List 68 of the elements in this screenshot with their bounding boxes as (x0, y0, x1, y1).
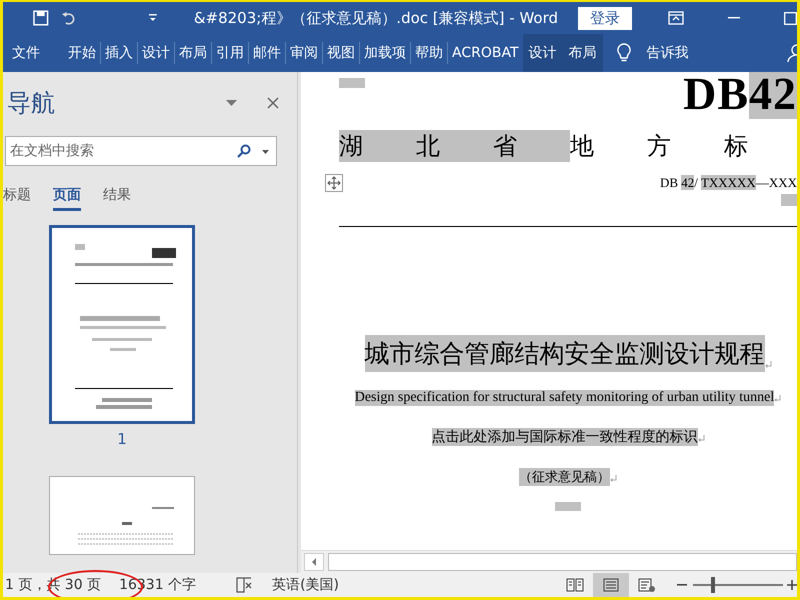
pane-tab[interactable]: 结果 (103, 186, 131, 211)
heading-character: 省 (493, 131, 517, 162)
ribbon-tab[interactable]: 审阅 (286, 34, 322, 72)
page-number: 1 (117, 430, 127, 448)
move-handle-icon[interactable] (325, 174, 343, 192)
minimize-icon[interactable] (728, 17, 740, 19)
search-field[interactable]: 在文档中搜索 (5, 136, 277, 166)
zoom-slider[interactable] (693, 577, 783, 593)
ribbon-display-options-icon[interactable] (668, 11, 684, 25)
zoom-in-icon[interactable] (787, 580, 797, 590)
book-icon (566, 578, 584, 592)
tell-me-button[interactable]: 告诉我 (640, 43, 694, 63)
language[interactable]: 英语(美国) (272, 576, 340, 594)
standard-code: DB42 (683, 72, 797, 116)
ribbon-tab[interactable]: 设计 (522, 34, 562, 72)
ribbon-tab[interactable]: 加载项 (360, 34, 410, 72)
customize-menu-icon[interactable] (148, 13, 158, 23)
paragraph-mark-icon (764, 361, 772, 368)
undo-icon[interactable] (60, 10, 76, 26)
ribbon-tab[interactable]: ACROBAT (448, 34, 522, 72)
zoom-slider-thumb[interactable] (711, 577, 715, 593)
paragraph-mark-icon (610, 475, 617, 482)
page-thumbnail[interactable] (49, 225, 195, 424)
scrollbar-thumb[interactable] (328, 553, 797, 571)
ribbon-tab[interactable]: 引用 (212, 34, 248, 72)
ribbon-tab[interactable]: 插入 (101, 34, 137, 72)
document-text: 城市综合管廊结构安全监测设计规程 (364, 335, 764, 372)
document-text: 点击此处添加与国际标准一致性程度的标识 (432, 428, 698, 446)
heading-character: 地 (570, 131, 594, 162)
heading-character: 方 (647, 131, 671, 162)
pane-tab[interactable]: 页面 (53, 186, 81, 211)
maximize-icon[interactable] (784, 12, 797, 24)
scroll-left-icon[interactable] (304, 553, 324, 571)
document-text: Design specification for structural safety monitoring of urban utility tunnel (354, 390, 774, 406)
lightbulb-icon[interactable] (616, 43, 630, 63)
ribbon-tab[interactable]: 布局 (562, 34, 602, 72)
user-icon[interactable] (787, 43, 797, 63)
heading-character: 湖 (339, 131, 363, 162)
print-layout-button[interactable] (593, 573, 629, 597)
highlighted-blank (781, 194, 797, 206)
ribbon-tab[interactable]: 邮件 (249, 34, 285, 72)
highlighted-blank (339, 78, 365, 88)
standard-number: DB 42/ TXXXXX—XXX (660, 175, 797, 191)
heading-character: 标 (724, 131, 748, 162)
paragraph-mark-icon (774, 395, 782, 402)
page-thumbnail[interactable] (49, 476, 195, 555)
web-page-icon (638, 578, 656, 592)
heading-character: 北 (416, 131, 440, 162)
ribbon-tab[interactable]: 开始 (64, 34, 100, 72)
window-title: &#8203;程》（征求意见稿）.doc [兼容模式] - Word (194, 8, 558, 28)
ribbon-tab[interactable]: 文件 (3, 34, 50, 72)
login-button[interactable]: 登录 (578, 6, 632, 30)
ribbon-tab[interactable]: 布局 (175, 34, 211, 72)
save-icon[interactable] (33, 10, 49, 26)
pane-title: 导航 (7, 88, 55, 119)
paragraph-mark-icon (698, 435, 704, 442)
dropdown-caret-icon[interactable] (226, 100, 237, 106)
page-lines-icon (603, 578, 619, 592)
dropdown-caret-icon[interactable] (262, 150, 269, 154)
ribbon-tab[interactable]: 帮助 (411, 34, 447, 72)
pane-tab[interactable]: 标题 (3, 186, 31, 211)
close-icon[interactable] (267, 97, 279, 109)
highlighted-blank (555, 502, 581, 511)
proofing-icon[interactable] (236, 577, 254, 593)
search-icon[interactable] (237, 144, 251, 158)
document-text: （征求意见稿） (519, 468, 610, 486)
ribbon-tab[interactable]: 视图 (323, 34, 359, 72)
ribbon-tab[interactable]: 设计 (138, 34, 174, 72)
